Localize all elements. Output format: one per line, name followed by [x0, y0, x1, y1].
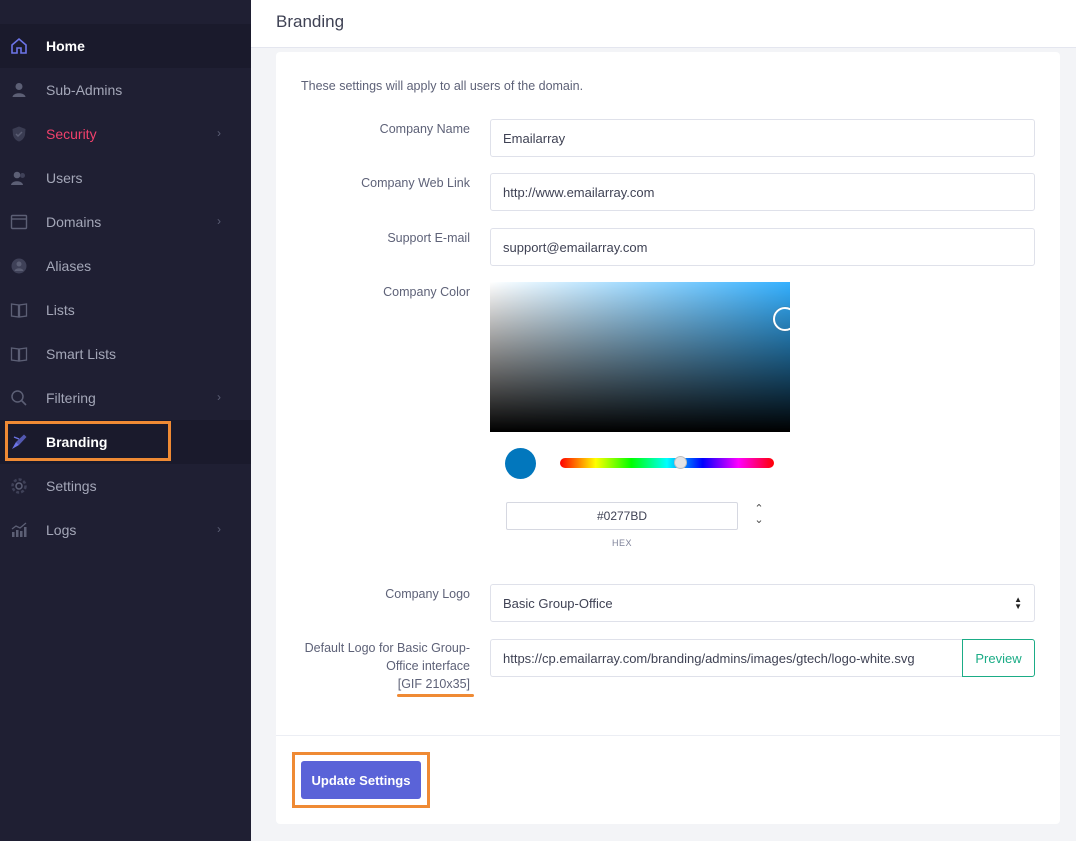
color-swatch [505, 448, 536, 479]
sidebar-item-settings[interactable]: Settings [0, 464, 251, 508]
company-logo-label: Company Logo [385, 587, 470, 601]
default-logo-label-line1: Default Logo for Basic Group- [304, 641, 470, 655]
default-logo-url-input[interactable]: https://cp.emailarray.com/branding/admin… [490, 639, 963, 677]
gif-size-underline [397, 694, 474, 697]
card-divider [276, 735, 1060, 736]
user-icon [10, 81, 28, 99]
sidebar-item-label: Sub-Admins [46, 82, 123, 98]
users-icon [10, 169, 28, 187]
sidebar-item-label: Smart Lists [46, 346, 117, 362]
chevron-right-icon: › [217, 522, 221, 536]
brush-icon [10, 433, 28, 451]
sidebar-item-users[interactable]: Users [0, 156, 251, 200]
hex-input[interactable]: #0277BD [506, 502, 738, 530]
book-icon [10, 345, 28, 363]
sidebar-item-smart-lists[interactable]: Smart Lists [0, 332, 251, 376]
sidebar: Home Sub-Admins Security › Users Domains… [0, 0, 251, 841]
company-logo-select[interactable]: Basic Group-Office ▲ ▼ [490, 584, 1035, 622]
company-name-input[interactable]: Emailarray [490, 119, 1035, 157]
chevron-right-icon: › [217, 126, 221, 140]
sidebar-item-filtering[interactable]: Filtering › [0, 376, 251, 420]
color-picker-clip [490, 282, 790, 432]
sidebar-item-label: Home [46, 38, 85, 54]
company-web-link-input[interactable]: http://www.emailarray.com [490, 173, 1035, 211]
search-icon [10, 389, 28, 407]
hue-slider-thumb[interactable] [674, 456, 687, 469]
branding-settings-card: These settings will apply to all users o… [276, 52, 1060, 824]
sidebar-item-aliases[interactable]: Aliases [0, 244, 251, 288]
default-logo-label-line3: [GIF 210x35] [397, 677, 470, 691]
home-icon [10, 37, 28, 55]
hex-label: HEX [611, 538, 632, 548]
default-logo-label: Default Logo for Basic Group- Office int… [290, 639, 470, 693]
company-web-link-label: Company Web Link [361, 176, 470, 190]
sidebar-item-label: Settings [46, 478, 97, 494]
sidebar-item-home[interactable]: Home [0, 24, 251, 68]
color-picker-handle[interactable] [773, 307, 790, 331]
support-email-input[interactable]: support@emailarray.com [490, 228, 1035, 266]
sidebar-item-domains[interactable]: Domains › [0, 200, 251, 244]
sidebar-item-branding[interactable]: Branding [0, 420, 251, 464]
sidebar-item-security[interactable]: Security › [0, 112, 251, 156]
sidebar-item-label: Security [46, 126, 97, 142]
window-icon [10, 213, 28, 231]
sidebar-item-sub-admins[interactable]: Sub-Admins [0, 68, 251, 112]
gear-icon [10, 477, 28, 495]
chevron-right-icon: › [217, 214, 221, 228]
aliases-icon [10, 257, 28, 275]
chevron-right-icon: › [217, 390, 221, 404]
select-arrows-icon: ▲ ▼ [1014, 595, 1022, 611]
sidebar-item-label: Filtering [46, 390, 96, 406]
chart-icon [10, 521, 28, 539]
sidebar-item-logs[interactable]: Logs › [0, 508, 251, 552]
sidebar-item-lists[interactable]: Lists [0, 288, 251, 332]
hue-slider[interactable] [560, 458, 774, 468]
intro-text: These settings will apply to all users o… [301, 79, 584, 93]
company-color-label: Company Color [383, 285, 470, 299]
sidebar-item-label: Domains [46, 214, 102, 230]
company-logo-selected: Basic Group-Office [503, 595, 613, 611]
sidebar-item-label: Logs [46, 522, 77, 538]
sidebar-item-label: Aliases [46, 258, 92, 274]
preview-button[interactable]: Preview [962, 639, 1035, 677]
sidebar-item-label: Lists [46, 302, 75, 318]
page-title: Branding [276, 12, 345, 31]
shield-icon [10, 125, 28, 143]
format-toggle-icon[interactable]: ⌃ ⌄ [752, 504, 766, 528]
default-logo-label-line2: Office interface [386, 659, 470, 673]
support-email-label: Support E-mail [387, 231, 470, 245]
page-header: Branding [251, 0, 1076, 48]
sidebar-item-label: Branding [46, 434, 108, 450]
book-icon [10, 301, 28, 319]
sidebar-item-label: Users [46, 170, 83, 186]
company-name-label: Company Name [379, 122, 470, 136]
update-settings-button[interactable]: Update Settings [301, 761, 421, 799]
